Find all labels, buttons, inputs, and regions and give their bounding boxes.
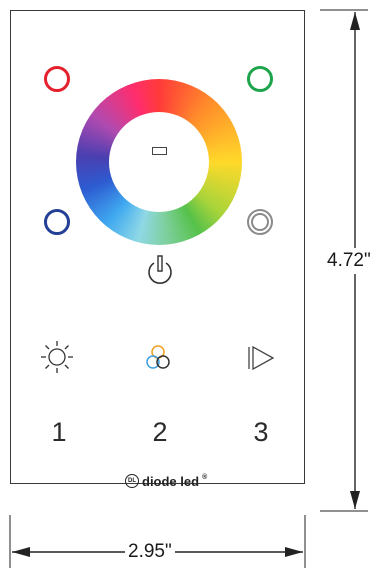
brand-logo: DL diode led ® [125, 471, 207, 491]
sun-icon[interactable] [40, 340, 74, 374]
play-icon[interactable] [244, 343, 278, 373]
white-button-inner [251, 213, 269, 231]
white-button[interactable] [247, 209, 273, 235]
three-circles-icon[interactable] [141, 341, 175, 375]
width-label: 2.95" [125, 541, 175, 563]
color-wheel[interactable] [76, 79, 242, 245]
rectangle-icon[interactable] [152, 147, 167, 155]
red-button[interactable] [44, 66, 70, 92]
green-button[interactable] [247, 66, 273, 92]
height-label: 4.72" [327, 248, 371, 274]
brand-name: diode led [142, 473, 200, 489]
dl-logo-icon: DL [125, 474, 139, 488]
zone-3-button[interactable]: 3 [241, 417, 281, 448]
blue-button[interactable] [44, 209, 70, 235]
height-dimension [320, 9, 368, 512]
zone-2-button[interactable]: 2 [140, 417, 180, 448]
color-wheel-center [109, 112, 209, 212]
power-icon[interactable] [145, 254, 175, 288]
brand-registered-mark: ® [202, 474, 208, 481]
control-panel: 1 2 3 [10, 10, 305, 484]
zone-1-button[interactable]: 1 [39, 417, 79, 448]
